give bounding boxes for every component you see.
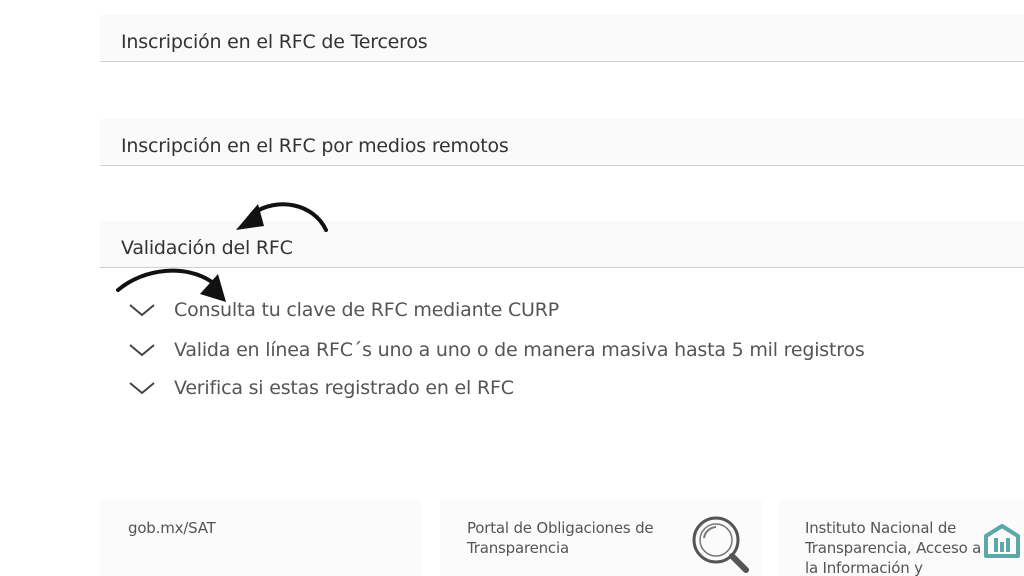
section-header-label: Inscripción en el RFC por medios remotos: [121, 135, 509, 157]
footer: gob.mx/SAT Portal de Obligaciones de Tra…: [0, 500, 1024, 576]
section-header-label: Inscripción en el RFC de Terceros: [121, 31, 428, 53]
option-label: Consulta tu clave de RFC mediante CURP: [174, 299, 560, 321]
chevron-down-icon: [129, 344, 155, 357]
section-header-inscripcion-remotos[interactable]: Inscripción en el RFC por medios remotos: [100, 119, 1024, 166]
option-label: Valida en línea RFC´s uno a uno o de man…: [174, 339, 865, 361]
page: Inscripción en el RFC de Terceros Inscri…: [0, 0, 1024, 576]
footer-link-gob-mx-sat[interactable]: gob.mx/SAT: [128, 518, 216, 538]
chevron-down-icon: [129, 304, 155, 317]
footer-card-transparencia[interactable]: Portal de Obligaciones de Transparencia: [440, 500, 762, 576]
option-verifica-registro[interactable]: Verifica si estas registrado en el RFC: [128, 374, 514, 402]
option-consulta-clave-rfc[interactable]: Consulta tu clave de RFC mediante CURP: [128, 296, 559, 324]
option-label: Verifica si estas registrado en el RFC: [174, 377, 514, 399]
magnifier-icon: [692, 516, 749, 573]
inai-logo-icon: [984, 524, 1020, 558]
footer-link-inai[interactable]: Instituto Nacional de Transparencia, Acc…: [805, 518, 995, 576]
option-valida-en-linea[interactable]: Valida en línea RFC´s uno a uno o de man…: [128, 336, 865, 364]
section-header-label: Validación del RFC: [121, 237, 293, 259]
footer-link-portal-obligaciones[interactable]: Portal de Obligaciones de Transparencia: [467, 518, 667, 558]
footer-card-inai[interactable]: Instituto Nacional de Transparencia, Acc…: [778, 500, 1024, 576]
chevron-down-icon: [129, 382, 155, 395]
section-header-inscripcion-terceros[interactable]: Inscripción en el RFC de Terceros: [100, 15, 1024, 62]
section-header-validacion-rfc[interactable]: Validación del RFC: [100, 221, 1024, 268]
footer-card-sat[interactable]: gob.mx/SAT: [100, 500, 422, 576]
